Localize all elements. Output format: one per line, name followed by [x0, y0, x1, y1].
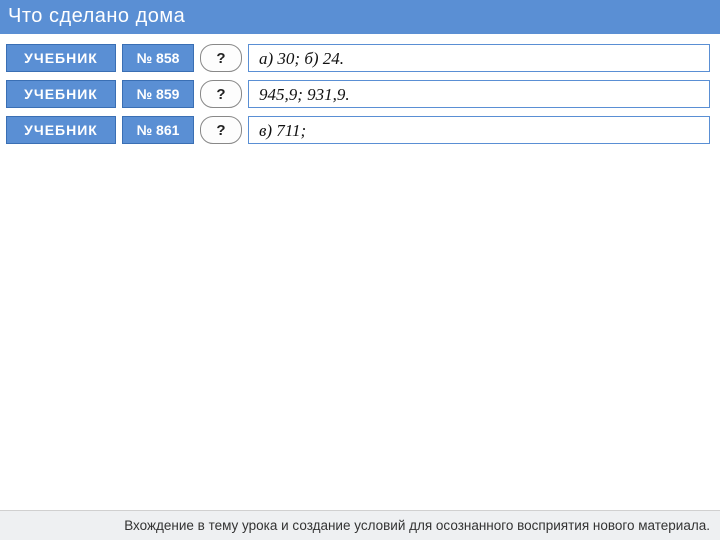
- source-tag: УЧЕБНИК: [6, 44, 116, 72]
- answer-box: а) 30; б) 24.: [248, 44, 710, 72]
- source-tag: УЧЕБНИК: [6, 80, 116, 108]
- task-row: УЧЕБНИК № 861 ? в) 711;: [6, 116, 714, 144]
- task-number: № 859: [122, 80, 194, 108]
- footer-note: Вхождение в тему урока и создание услови…: [0, 510, 720, 540]
- task-number: № 861: [122, 116, 194, 144]
- answer-box: 945,9; 931,9.: [248, 80, 710, 108]
- help-button[interactable]: ?: [200, 80, 242, 108]
- help-button[interactable]: ?: [200, 116, 242, 144]
- page-title: Что сделано дома: [0, 0, 720, 34]
- answer-box: в) 711;: [248, 116, 710, 144]
- source-tag: УЧЕБНИК: [6, 116, 116, 144]
- help-button[interactable]: ?: [200, 44, 242, 72]
- task-number: № 858: [122, 44, 194, 72]
- task-row: УЧЕБНИК № 859 ? 945,9; 931,9.: [6, 80, 714, 108]
- content-area: УЧЕБНИК № 858 ? а) 30; б) 24. УЧЕБНИК № …: [0, 34, 720, 144]
- task-row: УЧЕБНИК № 858 ? а) 30; б) 24.: [6, 44, 714, 72]
